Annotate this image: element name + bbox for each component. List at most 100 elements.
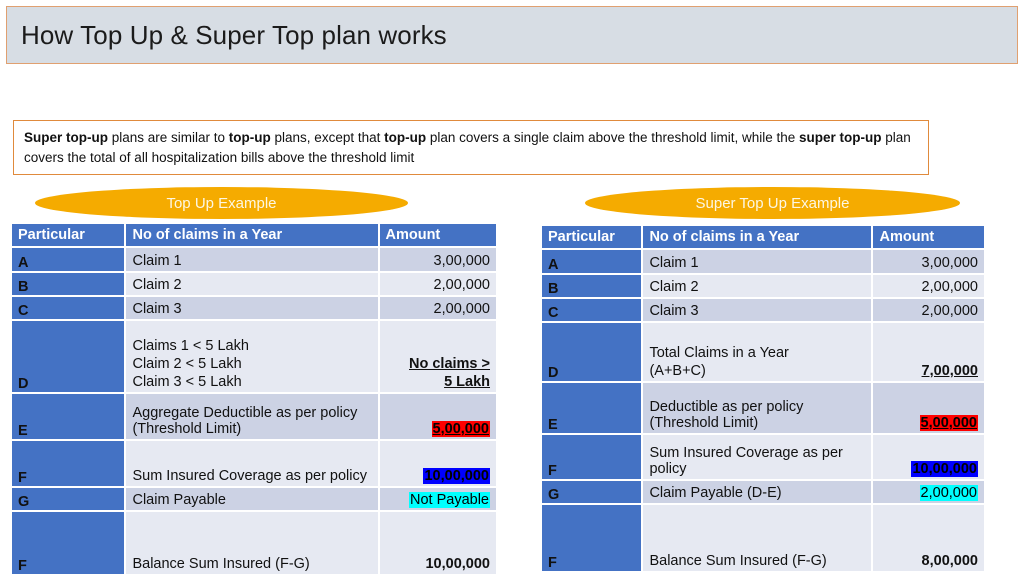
slide-title-bar: How Top Up & Super Top plan works [6, 6, 1018, 64]
cell-amount: 10,00,000 [379, 441, 498, 488]
intro-segment-4: top-up [384, 130, 427, 145]
cell-amount: 2,00,000 [379, 297, 498, 321]
column-header-particular: Particular [12, 224, 127, 248]
description-line: Claim 2 < 5 Lakh [132, 356, 242, 372]
description-line: (A+B+C) [649, 363, 706, 379]
amount-line: 2,00,000 [879, 279, 978, 297]
amount-value: No claims > [409, 356, 490, 372]
cell-amount: 2,00,000 [873, 481, 986, 505]
table-row: C Claim 3 2,00,000 [12, 297, 498, 321]
intro-segment-2: top-up [228, 130, 271, 145]
table-row: B Claim 2 2,00,000 [12, 273, 498, 297]
intro-segment-1: plans are similar to [108, 130, 229, 145]
column-header-amount: Amount [379, 224, 498, 248]
super-top-up-example-table: Particular No of claims in a Year Amount A C… [542, 226, 986, 573]
amount-value: 7,00,000 [921, 363, 978, 379]
description-line: Balance Sum Insured (F-G) [649, 553, 827, 569]
intro-segment-6: super top-up [799, 130, 882, 145]
cell-amount: 10,00,000 [379, 512, 498, 576]
cell-description: Sum Insured Coverage as per policy [126, 441, 380, 488]
amount-line: 10,00,000 [386, 468, 490, 486]
cell-description: Claim 2 [643, 275, 874, 299]
cell-particular: B [542, 275, 644, 299]
description-line: Claim 3 [649, 303, 699, 319]
description-line: Deductible as per policy (Threshold Limi… [649, 399, 804, 431]
column-header-claims: No of claims in a Year [643, 226, 874, 250]
description-line: Claims 1 < 5 Lakh [132, 338, 249, 354]
description-line: Sum Insured Coverage as per policy [649, 445, 843, 477]
description-line: Claim 2 [132, 277, 182, 293]
amount-line: Not Payable [386, 492, 490, 510]
cell-amount: 2,00,000 [873, 299, 986, 323]
cell-description: Claim 1 [126, 248, 380, 273]
cell-particular: F [542, 435, 644, 481]
amount-value: Not Payable [409, 492, 490, 508]
table-row: G Claim Payable (D-E) 2,00,000 [542, 481, 986, 505]
cell-description: Aggregate Deductible as per policy (Thre… [126, 394, 380, 441]
description-line: Total Claims in a Year [649, 345, 789, 361]
amount-line: 10,00,000 [386, 556, 490, 574]
cell-particular: G [12, 488, 127, 512]
description-line: Balance Sum Insured (F-G) [132, 556, 310, 572]
cell-description: Claim Payable [126, 488, 380, 512]
description-line: Claim 1 [132, 253, 182, 269]
amount-line: No claims > [386, 356, 490, 374]
amount-value: 2,00,000 [433, 277, 490, 293]
cell-amount: 2,00,000 [379, 273, 498, 297]
cell-particular: G [542, 481, 644, 505]
caption-label-top-up: Top Up Example [166, 194, 277, 212]
amount-value: 3,00,000 [921, 255, 978, 271]
intro-segment-3: plans, except that [270, 130, 385, 145]
column-header-claims: No of claims in a Year [126, 224, 380, 248]
table-row: A Claim 1 3,00,000 [12, 248, 498, 273]
cell-amount: Not Payable [379, 488, 498, 512]
cell-description: Claim 2 [126, 273, 380, 297]
cell-particular: A [542, 250, 644, 275]
caption-label-super-top-up: Super Top Up Example [695, 194, 850, 212]
description-line: Claim Payable (D-E) [649, 485, 782, 501]
description-line: Claim 3 < 5 Lakh [132, 374, 242, 390]
cell-amount: 10,00,000 [873, 435, 986, 481]
caption-ellipse-super-top-up: Super Top Up Example [585, 187, 960, 219]
table-header-row: Particular No of claims in a Year Amount [542, 226, 986, 250]
cell-particular: D [12, 321, 127, 394]
amount-value: 2,00,000 [433, 301, 490, 317]
cell-particular: B [12, 273, 127, 297]
amount-value: 3,00,000 [433, 253, 490, 269]
cell-particular: C [12, 297, 127, 321]
cell-amount: No claims > 5 Lakh [379, 321, 498, 394]
amount-line: 3,00,000 [879, 255, 978, 273]
amount-line: 2,00,000 [879, 485, 978, 503]
cell-particular: A [12, 248, 127, 273]
column-header-amount: Amount [873, 226, 986, 250]
cell-particular: F [12, 512, 127, 576]
amount-line: 7,00,000 [879, 363, 978, 381]
description-line: Aggregate Deductible as per policy (Thre… [132, 405, 358, 437]
amount-value: 2,00,000 [919, 485, 978, 501]
cell-particular: D [542, 323, 644, 383]
description-line: Claim 3 [132, 301, 182, 317]
amount-value: 5 Lakh [444, 374, 490, 390]
description-line: Sum Insured Coverage as per policy [132, 468, 368, 484]
cell-amount: 3,00,000 [873, 250, 986, 275]
description-line: Claim 2 [649, 279, 699, 295]
amount-value: 5,00,000 [431, 421, 490, 437]
table-row: D Claims 1 < 5 Lakh Claim 2 < 5 Lakh Claim … [12, 321, 498, 394]
cell-description: Claims 1 < 5 Lakh Claim 2 < 5 Lakh Claim 3… [126, 321, 380, 394]
amount-line: 2,00,000 [879, 303, 978, 321]
cell-description: Claim Payable (D-E) [643, 481, 874, 505]
cell-description: Sum Insured Coverage as per policy [643, 435, 874, 481]
amount-value: 10,00,000 [425, 556, 490, 572]
amount-value: 2,00,000 [921, 303, 978, 319]
amount-line: 3,00,000 [386, 253, 490, 271]
description-line: Claim 1 [649, 255, 699, 271]
amount-line: 2,00,000 [386, 277, 490, 295]
table-row: F Sum Insured Coverage as per policy 10,00… [542, 435, 986, 481]
cell-description: Claim 3 [126, 297, 380, 321]
cell-amount: 5,00,000 [379, 394, 498, 441]
table-row: D Total Claims in a Year (A+B+C) 7,00,000 [542, 323, 986, 383]
cell-particular: E [542, 383, 644, 435]
cell-amount: 5,00,000 [873, 383, 986, 435]
table-row: G Claim Payable Not Payable [12, 488, 498, 512]
cell-description: Deductible as per policy (Threshold Limi… [643, 383, 874, 435]
